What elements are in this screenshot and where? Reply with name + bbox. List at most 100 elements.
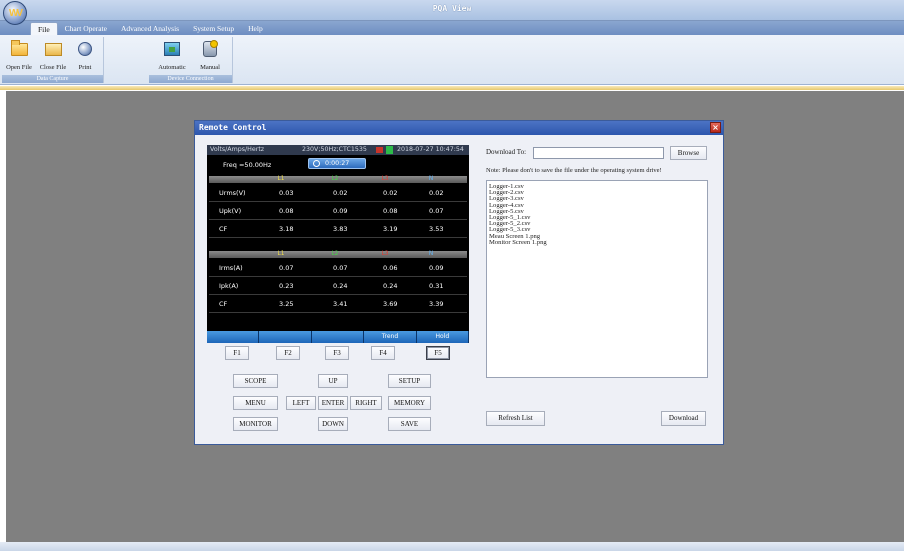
row-label: Upk(V) <box>219 207 242 215</box>
phase-l3: L3 <box>381 176 389 182</box>
cell-l1: 0.03 <box>279 189 294 197</box>
cell-l1: 0.07 <box>279 264 294 272</box>
menu-file[interactable]: File <box>30 22 58 35</box>
phase-header: L1 L2 L3 N <box>209 176 467 183</box>
menu-advanced-analysis[interactable]: Advanced Analysis <box>114 22 186 35</box>
cell-l2: 3.41 <box>333 300 348 308</box>
phase-l1: L1 <box>277 176 285 182</box>
manual-button[interactable]: Manual <box>193 38 227 74</box>
phase-header: L1 L2 L3 N <box>209 251 467 258</box>
manual-connect-icon <box>203 40 218 57</box>
close-file-button[interactable]: Close File <box>36 38 70 74</box>
app-title: PQA View <box>432 4 472 13</box>
automatic-connect-icon <box>164 42 180 56</box>
enter-button[interactable]: ENTER <box>318 396 348 410</box>
list-item[interactable]: Monitor Screen 1.png <box>489 239 705 246</box>
cell-l3: 0.08 <box>383 207 398 215</box>
title-bar: PQA View <box>0 0 904 21</box>
save-location-note: Note: Please don't to save the file unde… <box>486 167 662 174</box>
cell-l2: 0.24 <box>333 282 348 290</box>
close-icon[interactable]: × <box>710 122 721 133</box>
menu-button[interactable]: MENU <box>233 396 278 410</box>
phase-l3: L3 <box>381 251 389 257</box>
menu-system-setup[interactable]: System Setup <box>186 22 241 35</box>
softkey-1 <box>207 331 260 343</box>
dialog-title: Remote Control <box>199 123 267 132</box>
ribbon-separator <box>0 86 904 90</box>
automatic-button[interactable]: Automatic <box>155 38 189 74</box>
softkey-3 <box>311 331 365 343</box>
battery-icon <box>376 147 383 153</box>
elapsed-timer: 0:00:27 <box>308 158 366 169</box>
softkey-2 <box>259 331 312 343</box>
close-file-label: Close File <box>39 64 67 71</box>
cell-l2: 0.07 <box>333 264 348 272</box>
phase-l2: L2 <box>331 176 339 182</box>
refresh-list-button[interactable]: Refresh List <box>486 411 545 426</box>
table-row: Ipk(A) 0.23 0.24 0.24 0.31 <box>209 278 467 295</box>
cell-n: 3.53 <box>429 225 444 233</box>
menu-chart-operate[interactable]: Chart Operate <box>58 22 114 35</box>
cell-l3: 0.24 <box>383 282 398 290</box>
screen-spec: 230V;50Hz;CTC1535 <box>302 146 367 153</box>
f3-button[interactable]: F3 <box>325 346 349 360</box>
dialog-title-bar[interactable]: Remote Control × <box>195 121 723 135</box>
table-row: CF 3.25 3.41 3.69 3.39 <box>209 296 467 313</box>
cell-l3: 0.06 <box>383 264 398 272</box>
open-file-button[interactable]: Open File <box>2 38 36 74</box>
folder-icon <box>45 43 62 56</box>
file-list[interactable]: Logger-1.csv Logger-2.csv Logger-3.csv L… <box>486 180 708 378</box>
row-label: CF <box>219 300 228 308</box>
device-connection-label: Device Connection <box>149 75 232 83</box>
f2-button[interactable]: F2 <box>276 346 300 360</box>
app-logo-icon: WV <box>8 7 23 19</box>
phase-n: N <box>428 251 434 257</box>
status-bar <box>0 542 904 551</box>
table-row: Upk(V) 0.08 0.09 0.08 0.07 <box>209 203 467 220</box>
memory-button[interactable]: MEMORY <box>388 396 431 410</box>
print-icon <box>78 42 92 56</box>
softkey-hold: Hold <box>416 331 470 343</box>
frequency-readout: Freq =50.00Hz <box>223 161 272 169</box>
open-file-label: Open File <box>6 64 32 71</box>
up-button[interactable]: UP <box>318 374 348 388</box>
download-button[interactable]: Download <box>661 411 706 426</box>
cell-l2: 0.09 <box>333 207 348 215</box>
download-to-label: Download To: <box>486 148 527 156</box>
phase-l1: L1 <box>277 251 285 257</box>
table-row: Irms(A) 0.07 0.07 0.06 0.09 <box>209 260 467 277</box>
power-plug-icon <box>386 146 393 154</box>
cell-n: 0.07 <box>429 207 444 215</box>
clock-icon <box>313 160 320 167</box>
menu-help[interactable]: Help <box>241 22 270 35</box>
cell-n: 3.39 <box>429 300 444 308</box>
f1-button[interactable]: F1 <box>225 346 249 360</box>
cell-n: 0.02 <box>429 189 444 197</box>
timer-value: 0:00:27 <box>325 160 350 167</box>
scope-button[interactable]: SCOPE <box>233 374 278 388</box>
print-button[interactable]: Print <box>68 38 102 74</box>
phase-n: N <box>428 176 434 182</box>
app-menu-button[interactable]: WV <box>3 1 27 25</box>
menu-bar: File Chart Operate Advanced Analysis Sys… <box>30 21 270 35</box>
row-label: CF <box>219 225 228 233</box>
save-button[interactable]: SAVE <box>388 417 431 431</box>
device-connection-group: Automatic Manual Device Connection <box>149 37 233 83</box>
cell-l1: 0.23 <box>279 282 294 290</box>
f5-button[interactable]: F5 <box>426 346 450 360</box>
down-button[interactable]: DOWN <box>318 417 348 431</box>
ribbon: Open File Close File Print Data Capture … <box>0 35 904 85</box>
download-path-input[interactable] <box>533 147 664 159</box>
setup-button[interactable]: SETUP <box>388 374 431 388</box>
f4-button[interactable]: F4 <box>371 346 395 360</box>
left-button[interactable]: LEFT <box>286 396 316 410</box>
browse-button[interactable]: Browse <box>670 146 707 160</box>
monitor-button[interactable]: MONITOR <box>233 417 278 431</box>
cell-l1: 3.25 <box>279 300 294 308</box>
cell-l3: 0.02 <box>383 189 398 197</box>
data-capture-label: Data Capture <box>2 75 103 83</box>
cell-l2: 3.83 <box>333 225 348 233</box>
right-button[interactable]: RIGHT <box>350 396 382 410</box>
automatic-label: Automatic <box>158 64 186 71</box>
row-label: Urms(V) <box>219 189 246 197</box>
